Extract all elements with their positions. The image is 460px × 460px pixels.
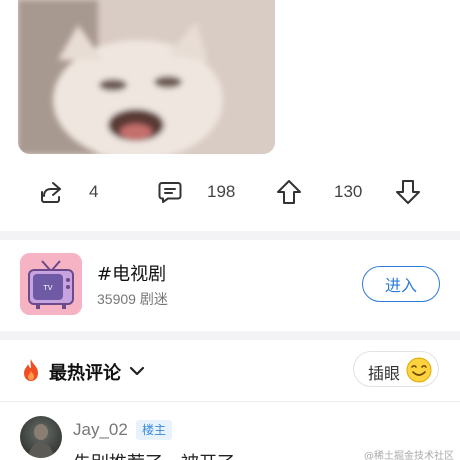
section-divider <box>0 231 460 240</box>
tv-icon: TV <box>20 253 82 315</box>
cat-photo <box>18 0 275 154</box>
svg-text:TV: TV <box>42 284 52 292</box>
post-action-bar: 4 198 130 <box>0 172 460 212</box>
upvote-count: 130 <box>334 182 363 201</box>
watermark: @稀土掘金技术社区 <box>364 451 454 460</box>
comment-item: Jay_02 楼主 先别推荐了，被开了 @稀土掘金技术社区 <box>0 402 460 460</box>
topic-card[interactable]: TV #电视剧 35909 剧迷 进入 <box>0 241 460 331</box>
section-divider <box>0 331 460 340</box>
upvote-icon[interactable] <box>275 178 303 206</box>
sort-label[interactable]: 最热评论 <box>49 359 121 385</box>
topic-title: #电视剧 <box>97 264 167 285</box>
avatar[interactable] <box>20 416 62 458</box>
enter-button[interactable]: 进入 <box>362 266 440 302</box>
op-badge: 楼主 <box>136 420 173 440</box>
chevron-down-icon[interactable] <box>128 362 146 380</box>
comment-count: 198 <box>207 182 236 201</box>
comments-header: 最热评论 插眼 <box>0 340 460 400</box>
comment-username[interactable]: Jay_02 <box>73 420 128 440</box>
bookmark-label: 插眼 <box>368 364 401 383</box>
downvote-icon[interactable] <box>394 178 422 206</box>
fire-icon <box>24 359 38 381</box>
topic-fans-count: 35909 剧迷 <box>97 291 168 307</box>
smiley-icon <box>406 357 432 383</box>
post-image[interactable] <box>18 0 275 154</box>
comment-icon[interactable] <box>156 178 184 206</box>
share-icon[interactable] <box>37 178 65 206</box>
bookmark-button[interactable]: 插眼 <box>353 351 439 387</box>
share-count: 4 <box>89 182 99 201</box>
comment-text: 先别推荐了，被开了 <box>73 449 235 460</box>
